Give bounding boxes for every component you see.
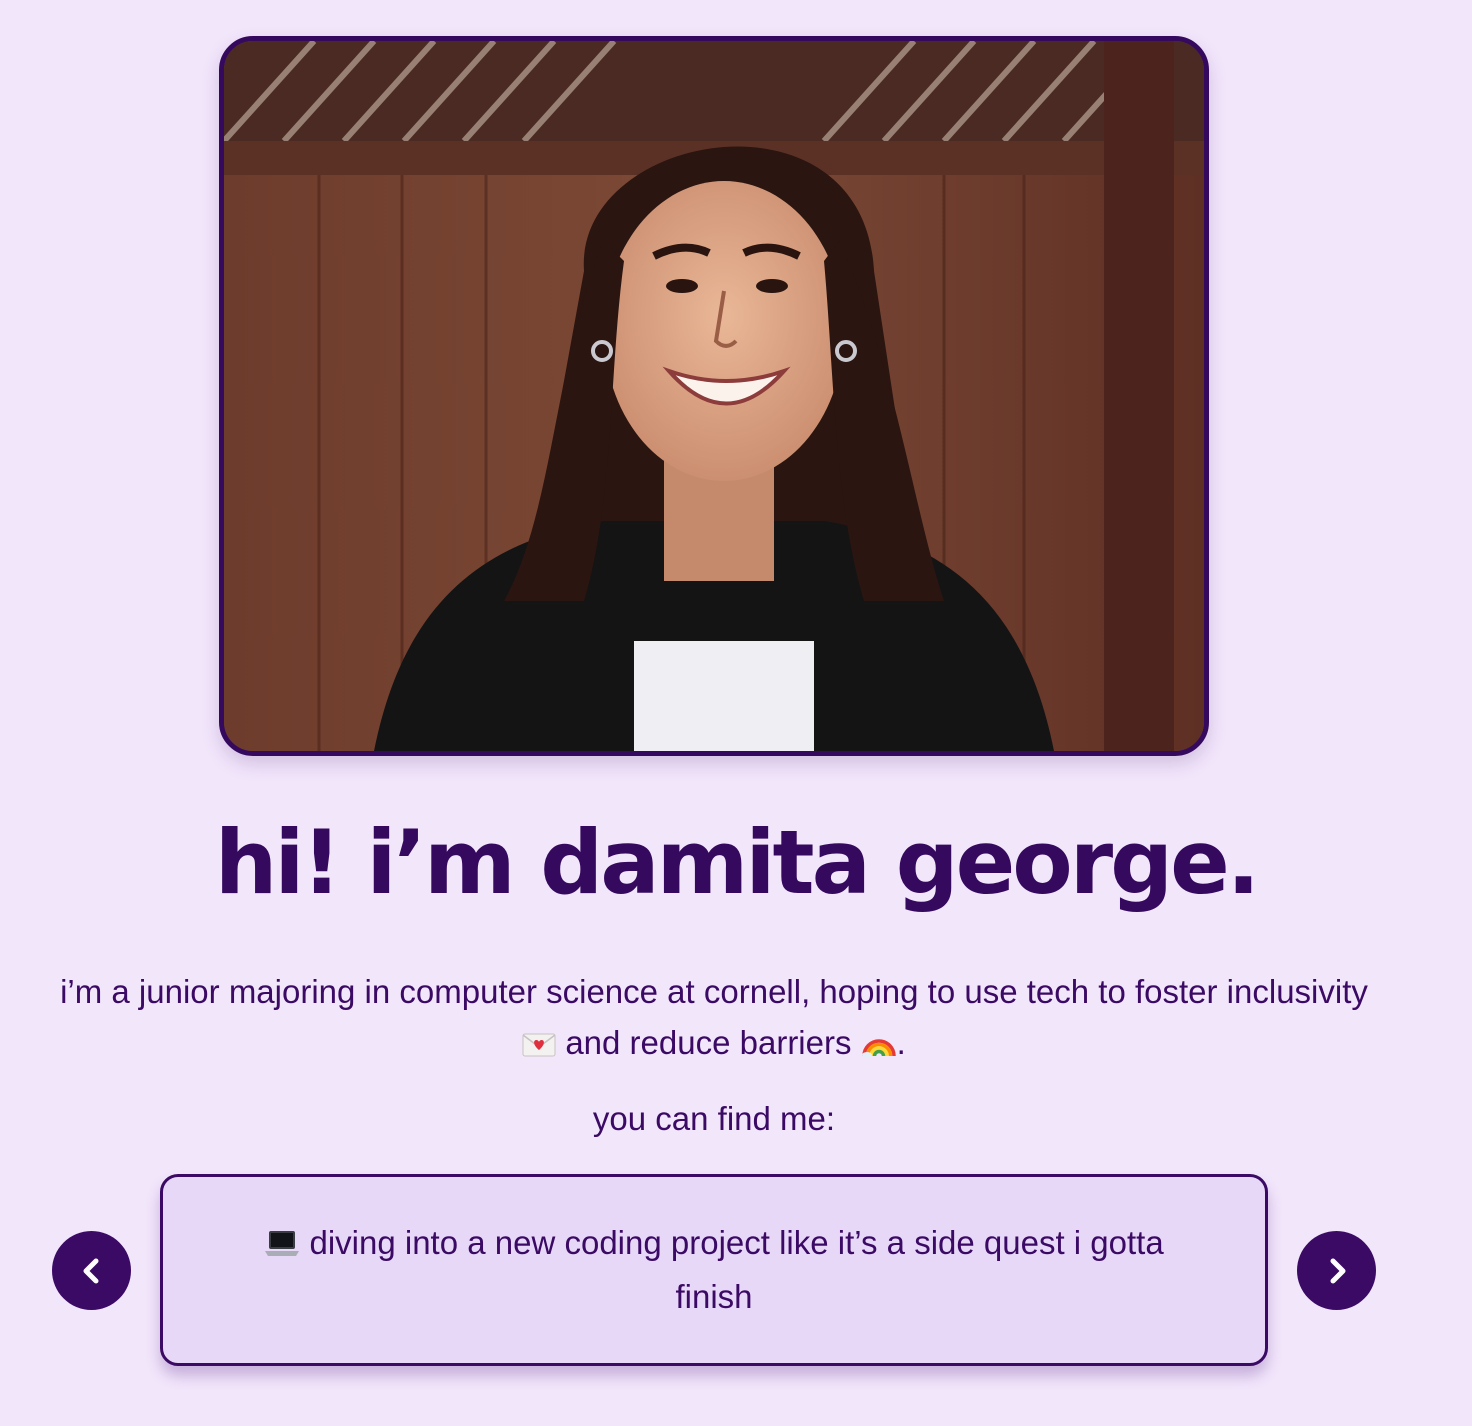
intro-text-part: . [896,1024,906,1061]
page-title: hi! i’m damita george. [214,811,1260,914]
intro-text-part: i’m a junior majoring in computer scienc… [60,973,1368,1010]
intro-text-part: and reduce barriers [565,1024,852,1061]
intro-text: i’m a junior majoring in computer scienc… [60,966,1368,1072]
carousel-next-button[interactable] [1297,1231,1376,1310]
carousel-prev-button[interactable] [52,1231,131,1310]
carousel-item-text: diving into a new coding project like it… [309,1224,1164,1315]
chevron-right-icon [1330,1258,1345,1283]
laptop-icon [264,1222,300,1272]
love-letter-icon [522,1021,556,1072]
chevron-left-icon [83,1258,98,1283]
portrait-photo [224,41,1204,751]
carousel-card: diving into a new coding project like it… [160,1174,1268,1366]
profile-photo [219,36,1209,756]
carousel-card-text: diving into a new coding project like it… [234,1218,1194,1322]
find-me-label: you can find me: [592,1100,836,1137]
rainbow-icon [861,1021,897,1072]
